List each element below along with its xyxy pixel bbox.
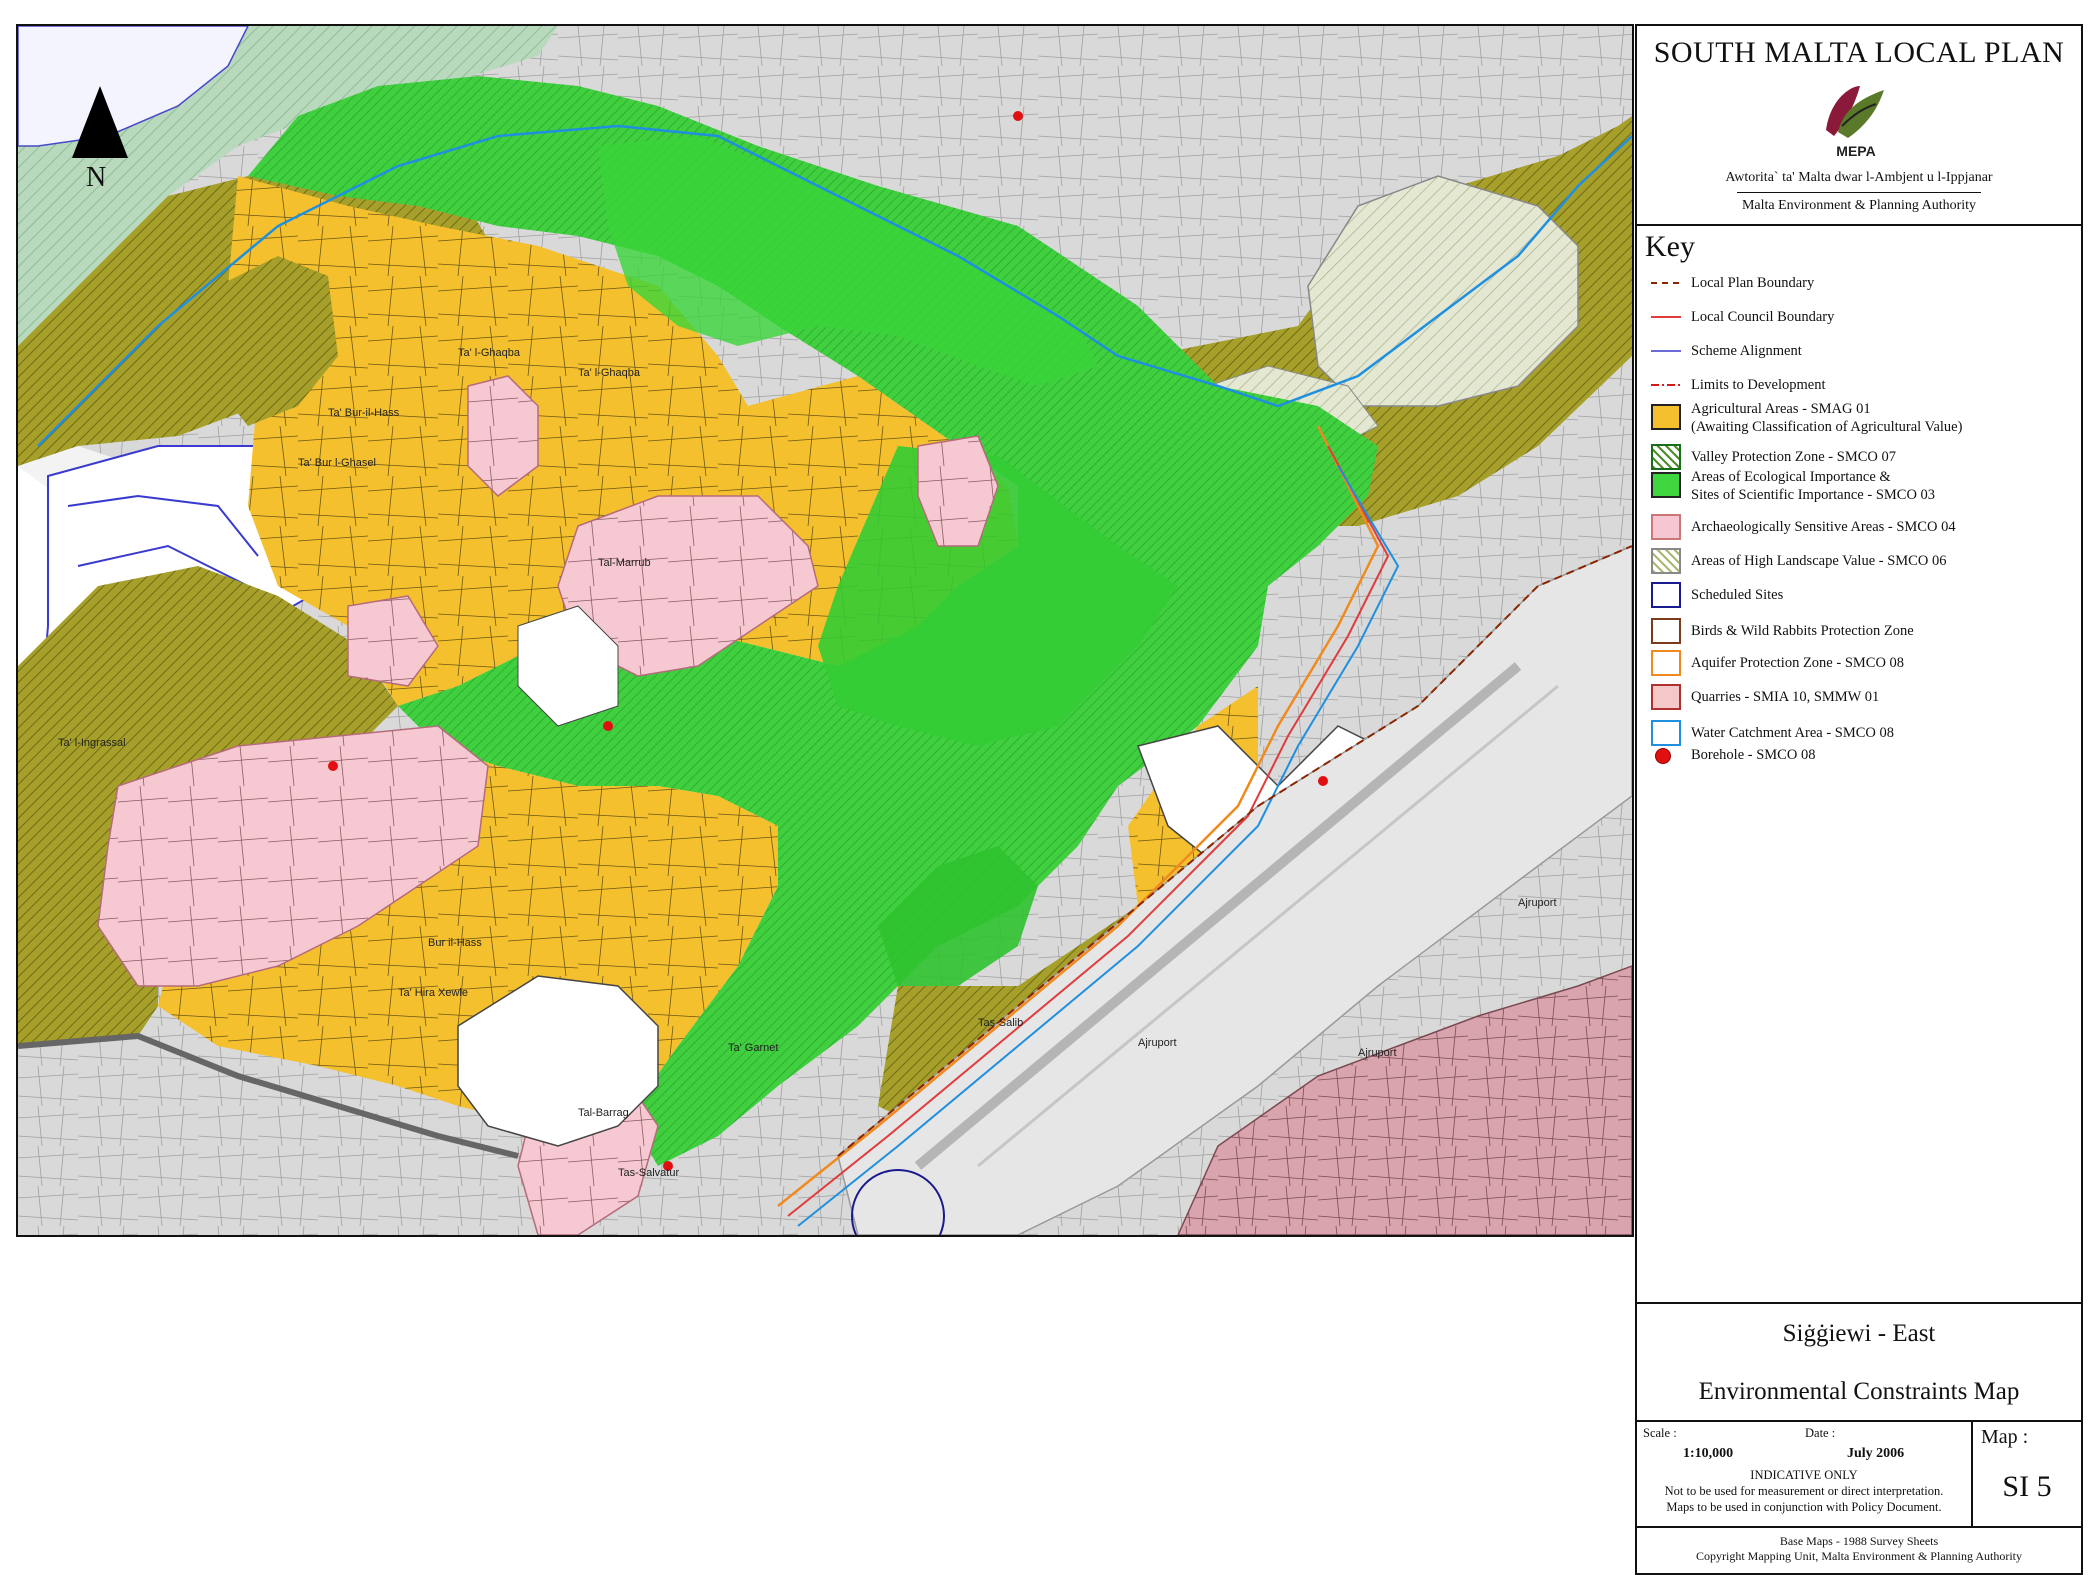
copyright-note: Copyright Mapping Unit, Malta Environmen… [1696, 1549, 2022, 1563]
map-place-label: Ta' l-Ingrassal [58, 737, 126, 749]
map-place-label: Ajruport [1138, 1037, 1177, 1049]
key-symbol [1651, 684, 1681, 710]
map-place-label: Tas-Salvatur [618, 1167, 679, 1179]
place-name: Siġġiewi - East [1782, 1320, 1936, 1347]
north-arrow-icon: N [70, 82, 130, 202]
map-canvas[interactable]: Ta' l-Ghaqba Ta' l-Ghaqba Ta' Bur-il-Hass T… [16, 24, 1634, 1237]
base-maps-note: Base Maps - 1988 Survey Sheets [1779, 1534, 1939, 1548]
map-place-label: Ta' l-Ghaqba [458, 347, 521, 359]
scale-date-cell: Scale : Date : 1:10,000 July 2006 INDICA… [1637, 1422, 1973, 1526]
scale-value: 1:10,000 [1683, 1446, 1734, 1461]
key-label: Quarries - SMIA 10, SMMW 01 [1691, 689, 1880, 705]
key-title: Key [1645, 230, 1695, 263]
key-section: Key Local Plan Boundary Local Council Bou… [1637, 224, 2081, 1304]
title-divider [1737, 192, 1981, 193]
mepa-logo-icon: MEPA [1820, 80, 1892, 164]
authority-name-maltese: Awtorita` ta' Malta dwar l-Ambjent u l-I… [1725, 170, 1993, 185]
map-place-label: Ta' Garnet [728, 1042, 778, 1054]
map-place-label: Bur il-Hass [428, 937, 482, 949]
map-place-label: Tas-Salib [978, 1017, 1023, 1029]
key-symbol [1655, 748, 1671, 764]
key-symbol [1651, 582, 1681, 608]
key-label: Birds & Wild Rabbits Protection Zone [1691, 623, 1914, 639]
key-symbol [1651, 514, 1681, 540]
key-label: Agricultural Areas - SMAG 01 (Awaiting C… [1691, 401, 1963, 435]
measurement-note: Not to be used for measurement or direct… [1664, 1484, 1944, 1498]
map-drawing: Ta' l-Ghaqba Ta' l-Ghaqba Ta' Bur-il-Hass T… [18, 26, 1632, 1235]
key-label: Borehole - SMCO 08 [1691, 747, 1816, 763]
map-number: SI 5 [2002, 1470, 2052, 1503]
map-place-label: Ajruport [1358, 1047, 1397, 1059]
map-number-label: Map : [1981, 1426, 2029, 1448]
title-block: SOUTH MALTA LOCAL PLAN MEPA Awtorita` ta… [1637, 26, 2081, 226]
key-symbol [1651, 472, 1681, 498]
key-label: Limits to Development [1691, 377, 1826, 393]
date-label: Date : [1805, 1426, 1836, 1440]
key-label: Local Plan Boundary [1691, 275, 1815, 291]
key-symbol [1651, 404, 1681, 430]
key-label: Areas of High Landscape Value - SMCO 06 [1691, 553, 1947, 569]
key-symbol [1651, 720, 1681, 746]
map-place-label: Ajruport [1518, 897, 1557, 909]
key-symbol [1651, 650, 1681, 676]
indicative-note: INDICATIVE ONLY [1750, 1468, 1858, 1482]
map-number-cell: Map : SI 5 [1973, 1422, 2081, 1526]
north-label: N [86, 162, 107, 193]
policy-note: Maps to be used in conjunction with Poli… [1666, 1500, 1942, 1514]
info-grid: Scale : Date : 1:10,000 July 2006 INDICA… [1637, 1420, 2081, 1573]
map-place-label: Tal-Barrag [578, 1107, 629, 1119]
key-label: Scheme Alignment [1691, 343, 1802, 359]
key-symbol [1651, 618, 1681, 644]
logo-text: MEPA [1836, 143, 1875, 159]
map-name: Environmental Constraints Map [1698, 1378, 2020, 1405]
map-place-label: Ta' Bur-il-Hass [328, 407, 400, 419]
map-place-label: Tal-Marrub [598, 557, 651, 569]
plan-title: SOUTH MALTA LOCAL PLAN [1653, 36, 2065, 69]
footer-credits: Base Maps - 1988 Survey Sheets Copyright… [1637, 1526, 2081, 1575]
key-label: Local Council Boundary [1691, 309, 1835, 325]
map-place-label: Ta' l-Ghaqba [578, 367, 641, 379]
key-label: Water Catchment Area - SMCO 08 [1691, 725, 1894, 741]
authority-name-english: Malta Environment & Planning Authority [1741, 198, 1977, 213]
map-info-block: Siġġiewi - East Environmental Constraint… [1637, 1302, 2081, 1571]
map-place-label: Ta' Hira Xewle [398, 987, 468, 999]
scale-label: Scale : [1643, 1426, 1677, 1440]
key-symbol [1651, 548, 1681, 574]
map-place-label: Ta' Bur l-Ghasel [298, 457, 376, 469]
key-label: Scheduled Sites [1691, 587, 1784, 603]
key-label: Valley Protection Zone - SMCO 07 [1691, 449, 1896, 465]
key-symbol [1651, 444, 1681, 470]
legend-panel: SOUTH MALTA LOCAL PLAN MEPA Awtorita` ta… [1635, 24, 2083, 1575]
key-label: Aquifer Protection Zone - SMCO 08 [1691, 655, 1905, 671]
key-label: Areas of Ecological Importance & Sites o… [1691, 469, 1936, 503]
key-label: Archaeologically Sensitive Areas - SMCO … [1691, 519, 1956, 535]
date-value: July 2006 [1847, 1446, 1905, 1461]
